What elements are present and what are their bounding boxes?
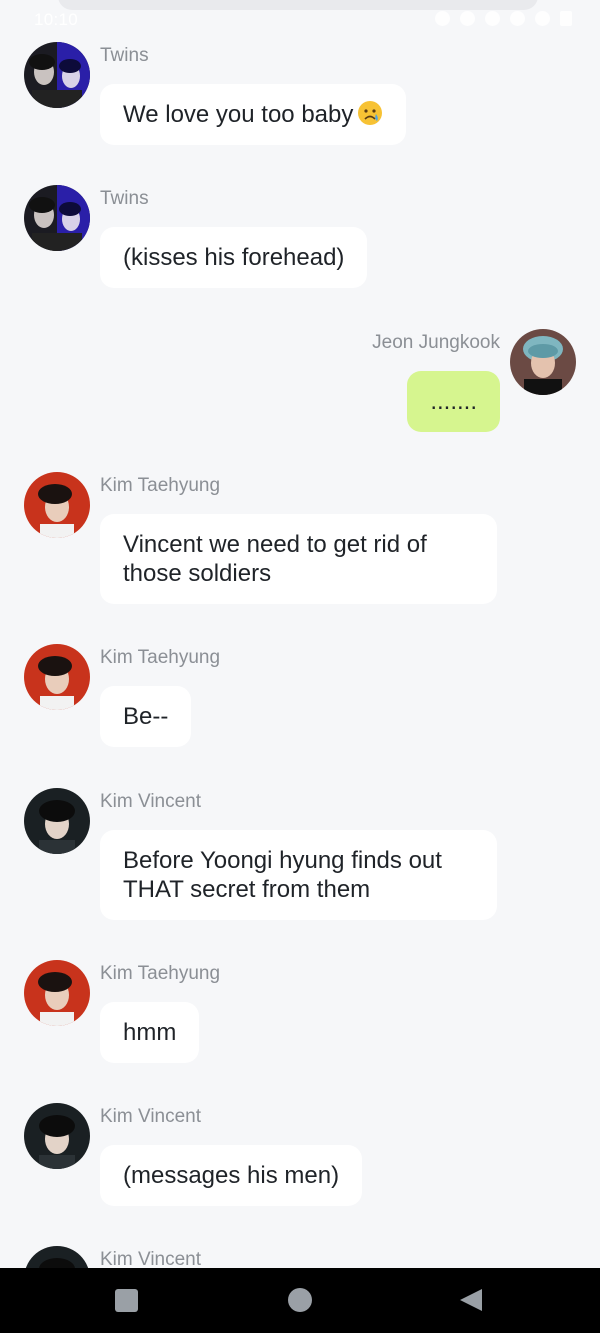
- message-text: Be--: [123, 703, 169, 730]
- sender-name: Kim Vincent: [100, 1249, 202, 1268]
- sender-name: Kim Vincent: [100, 791, 202, 812]
- jungkook-avatar[interactable]: [510, 329, 576, 395]
- message-bubble[interactable]: .......: [407, 371, 500, 432]
- message-bubble[interactable]: Vincent we need to get rid of those sold…: [100, 514, 497, 604]
- sender-name: Twins: [100, 188, 149, 209]
- wifi-icon: [510, 11, 525, 26]
- back-icon[interactable]: [458, 1287, 484, 1313]
- message-text: We love you too baby: [123, 101, 354, 128]
- taehyung-avatar[interactable]: [24, 644, 90, 710]
- message-bubble[interactable]: Before Yoongi hyung finds out THAT secre…: [100, 830, 497, 920]
- vincent-avatar[interactable]: [24, 788, 90, 854]
- top-sheet-edge: [58, 0, 538, 10]
- message-text: .......: [430, 388, 477, 415]
- sender-name: Twins: [100, 45, 149, 66]
- sender-name: Kim Taehyung: [100, 475, 221, 496]
- taehyung-avatar[interactable]: [24, 960, 90, 1026]
- status-time: 10:10: [34, 10, 79, 29]
- call-icon: [485, 11, 500, 26]
- message-bubble[interactable]: (kisses his forehead): [100, 227, 368, 288]
- battery-icon: [560, 11, 572, 26]
- worried-face-icon: [358, 101, 383, 125]
- taehyung-avatar[interactable]: [24, 472, 90, 538]
- alarm-icon: [435, 11, 450, 26]
- status-icons: [435, 11, 572, 26]
- vincent-avatar[interactable]: [24, 1246, 90, 1268]
- twins-avatar[interactable]: [24, 42, 90, 108]
- message-text: Vincent we need to get rid of those sold…: [123, 531, 427, 587]
- sender-name: Kim Taehyung: [100, 647, 221, 668]
- twins-avatar[interactable]: [24, 185, 90, 251]
- message-text: (kisses his forehead): [123, 244, 345, 271]
- chat-thread[interactable]: Twins We love you too baby Twins (kisses…: [0, 0, 600, 1268]
- recent-apps-icon[interactable]: [115, 1289, 138, 1312]
- message-bubble[interactable]: hmm: [100, 1002, 200, 1063]
- status-bar: 10:10: [0, 0, 600, 40]
- vincent-avatar[interactable]: [24, 1103, 90, 1169]
- message-bubble[interactable]: Be--: [100, 686, 192, 747]
- message-bubble[interactable]: (messages his men): [100, 1145, 363, 1206]
- message-text: (messages his men): [123, 1162, 340, 1189]
- message-bubble[interactable]: We love you too baby: [100, 84, 407, 145]
- sender-name: Jeon Jungkook: [372, 332, 500, 353]
- signal-icon: [535, 11, 550, 26]
- sender-name: Kim Taehyung: [100, 963, 221, 984]
- message-text: Before Yoongi hyung finds out THAT secre…: [123, 847, 442, 903]
- vibrate-icon: [460, 11, 475, 26]
- message-text: hmm: [123, 1019, 177, 1046]
- navigation-bar: [0, 1268, 600, 1333]
- sender-name: Kim Vincent: [100, 1106, 202, 1127]
- home-icon[interactable]: [288, 1288, 312, 1312]
